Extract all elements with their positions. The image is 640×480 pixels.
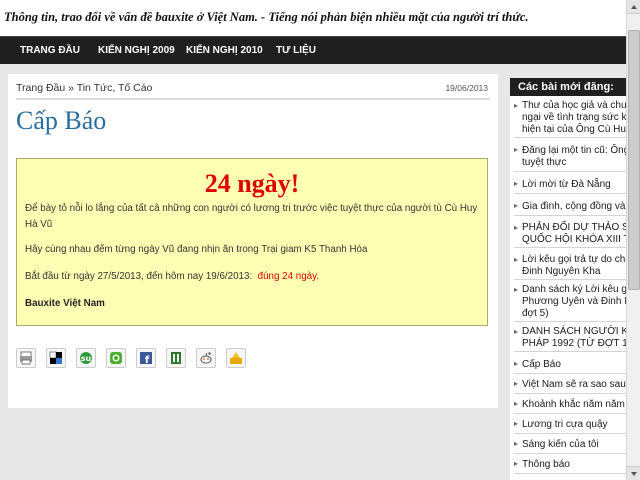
svg-text:f: f <box>145 355 150 365</box>
recent-post-link[interactable]: ▸ Lời kêu gọi trả tự do ch Đinh Nguyên K… <box>514 252 626 280</box>
scroll-up-arrow-icon[interactable] <box>627 0 640 14</box>
bullet-arrow-icon: ▸ <box>514 399 519 408</box>
recent-post-title: Việt Nam sẽ ra sao sau <box>522 379 626 390</box>
recent-posts-sidebar: Các bài mới đăng: ▸ Thư của học giả và c… <box>510 78 626 480</box>
nav-item-home[interactable]: TRANG ĐẦU <box>20 37 80 65</box>
recent-post-title: hiện tại của Ông Cù Huy <box>522 124 626 135</box>
recent-post-title: Lời kêu gọi trả tự do ch <box>522 254 626 265</box>
bullet-arrow-icon: ▸ <box>514 439 519 448</box>
recent-post-title: tuyệt thực <box>522 157 567 168</box>
recent-post-link[interactable]: ▸ Sáng kiến của tôi <box>514 436 626 454</box>
bullet-arrow-icon: ▸ <box>514 379 519 388</box>
recent-post-title: DANH SÁCH NGƯỜI KÝ <box>522 326 626 337</box>
recent-post-title: Gia đình, cộng đồng và <box>522 201 626 212</box>
bullet-arrow-icon: ▸ <box>514 327 519 336</box>
svg-text:su: su <box>81 354 92 363</box>
notice-headline: 24 ngày! <box>204 169 300 198</box>
bookmark-icon[interactable] <box>166 348 186 368</box>
recent-post-link[interactable]: ▸ Lương tri cựa quậy <box>514 416 626 434</box>
recent-post-title: Lương tri cựa quậy <box>522 419 608 430</box>
recent-post-title: PHÁP 1992 (TỪ ĐỢT 1 <box>522 338 626 349</box>
start-date-text: Bắt đầu từ ngày 27/5/2013, đến hôm nay 1… <box>25 271 253 282</box>
print-icon[interactable] <box>16 348 36 368</box>
recent-post-title: Lời mời từ Đà Nẵng <box>522 179 611 190</box>
main-navigation: TRANG ĐẦU KIẾN NGHỊ 2009 KIẾN NGHỊ 2010 … <box>0 36 626 64</box>
stumbleupon-icon[interactable]: su <box>76 348 96 368</box>
recent-post-title: Khoảnh khắc năm năm <box>522 399 625 410</box>
recent-post-link[interactable]: ▸ DANH SÁCH NGƯỜI KÝ PHÁP 1992 (TỪ ĐỢT 1 <box>514 324 626 352</box>
bullet-arrow-icon: ▸ <box>514 201 519 210</box>
nav-item-kien-nghi-2009[interactable]: KIẾN NGHỊ 2009 <box>98 37 175 65</box>
nav-item-tu-lieu[interactable]: TƯ LIỆU <box>276 37 316 65</box>
breadcrumb[interactable]: Trang Đầu » Tin Tức, Tố Cáo <box>16 82 152 94</box>
recent-post-title: Phương Uyên và Đinh N <box>522 296 626 307</box>
recent-post-link[interactable]: ▸ Thư của học giả và chuy ngại về tình t… <box>514 98 626 138</box>
bullet-arrow-icon: ▸ <box>514 419 519 428</box>
recent-post-title: ngại về tình trạng sức k <box>522 112 626 123</box>
scroll-down-arrow-icon[interactable] <box>627 466 640 480</box>
notice-paragraph: Để bày tỏ nỗi lo lắng của tất cả những c… <box>25 203 478 230</box>
recent-post-link[interactable]: ▸ Đăng lại một tin cũ: Ông tuyệt thực <box>514 142 626 172</box>
nav-item-kien-nghi-2010[interactable]: KIẾN NGHỊ 2010 <box>186 37 263 65</box>
recent-post-title: Sáng kiến của tôi <box>522 439 599 450</box>
bullet-arrow-icon: ▸ <box>514 223 519 232</box>
recent-post-link[interactable]: ▸ Khoảnh khắc năm năm <box>514 396 626 414</box>
recent-post-link[interactable]: ▸ Danh sách ký Lời kêu g Phương Uyên và … <box>514 282 626 322</box>
page-title: Cấp Báo <box>16 106 107 135</box>
recent-post-link[interactable]: ▸ Cấp Báo <box>514 356 626 374</box>
recent-post-link[interactable]: ▸ PHẢN ĐỐI DỰ THẢO SỬA QUỐC HỘI KHÓA XII… <box>514 220 626 248</box>
bullet-arrow-icon: ▸ <box>514 179 519 188</box>
recent-post-title: đợt 5) <box>522 308 549 319</box>
sidebar-title: Các bài mới đăng: <box>510 78 626 96</box>
facebook-icon[interactable]: f <box>136 348 156 368</box>
recent-post-title: Danh sách ký Lời kêu g <box>522 284 626 295</box>
recent-post-link[interactable]: ▸ Thông báo <box>514 456 626 474</box>
notice-paragraph: Hãy cùng nhau đếm từng ngày Vũ đang nhịn… <box>25 244 368 255</box>
recent-post-link[interactable]: ▸ Việt Nam sẽ ra sao sau <box>514 376 626 394</box>
bullet-arrow-icon: ▸ <box>514 459 519 468</box>
recent-post-title: PHẢN ĐỐI DỰ THẢO SỬA <box>522 222 626 233</box>
recent-post-title: QUỐC HỘI KHÓA XIII TẠ <box>522 234 626 245</box>
recent-post-link[interactable]: ▸ Lời mời từ Đà Nẵng <box>514 176 626 194</box>
recent-post-title: Đăng lại một tin cũ: Ông <box>522 145 626 156</box>
scrollbar-thumb[interactable] <box>628 30 640 290</box>
recent-post-title: Thư của học giả và chuy <box>522 100 626 111</box>
yahoo-icon[interactable] <box>226 348 246 368</box>
reddit-icon[interactable] <box>196 348 216 368</box>
site-header: Thông tin, trao đổi về vấn đề bauxite ở … <box>0 0 626 36</box>
days-count-text: đúng 24 ngày. <box>257 271 319 282</box>
notice-signature: Bauxite Việt Nam <box>25 298 105 309</box>
urgent-notice-box: 24 ngày! Để bày tỏ nỗi lo lắng của tất c… <box>16 158 488 326</box>
bullet-arrow-icon: ▸ <box>514 145 519 154</box>
recent-post-title: Cấp Báo <box>522 359 561 370</box>
delicious-icon[interactable] <box>46 348 66 368</box>
bullet-arrow-icon: ▸ <box>514 101 519 110</box>
post-date: 19/06/2013 <box>445 83 488 93</box>
bullet-arrow-icon: ▸ <box>514 255 519 264</box>
bullet-arrow-icon: ▸ <box>514 359 519 368</box>
bullet-arrow-icon: ▸ <box>514 285 519 294</box>
recent-post-title: Đinh Nguyên Kha <box>522 266 601 277</box>
article-card: Trang Đầu » Tin Tức, Tố Cáo 19/06/2013 C… <box>8 74 498 408</box>
divider <box>16 98 490 100</box>
chat-icon[interactable] <box>106 348 126 368</box>
site-tagline: Thông tin, trao đổi về vấn đề bauxite ở … <box>4 10 529 24</box>
vertical-scrollbar[interactable] <box>626 0 640 480</box>
notice-paragraph: Bắt đầu từ ngày 27/5/2013, đến hôm nay 1… <box>25 269 479 285</box>
recent-post-title: Thông báo <box>522 459 570 470</box>
recent-post-link[interactable]: ▸ Gia đình, cộng đồng và <box>514 198 626 216</box>
